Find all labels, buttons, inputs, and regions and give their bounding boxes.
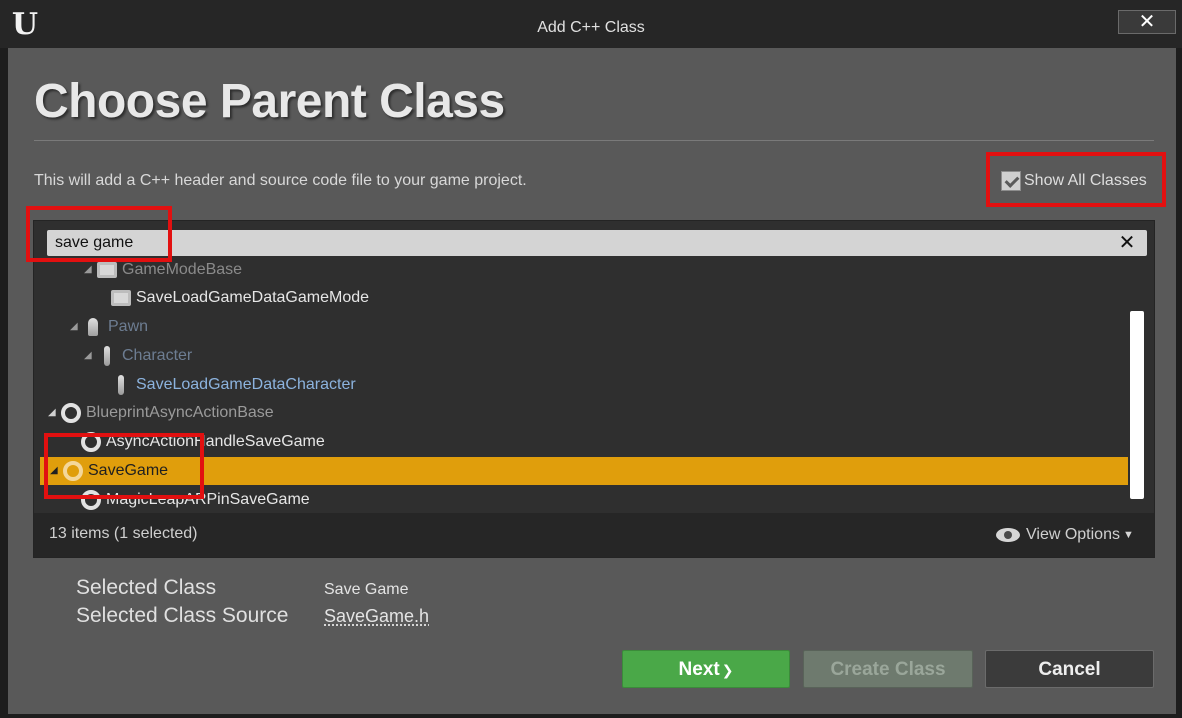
annotation-highlight-show-all: [986, 152, 1166, 207]
dialog-body: Choose Parent Class This will add a C++ …: [8, 48, 1176, 714]
tree-row-label: GameModeBase: [122, 261, 243, 278]
character-icon: [96, 345, 118, 367]
page-description: This will add a C++ header and source co…: [34, 172, 527, 189]
tree-footer: 13 items (1 selected) View Options ▼: [34, 513, 1154, 557]
expand-arrow-icon[interactable]: ◢: [70, 322, 80, 332]
object-ring-icon: [60, 402, 82, 424]
tree-row-label: Pawn: [108, 318, 149, 335]
tree-row-blueprintasyncactionbase[interactable]: ◢ BlueprintAsyncActionBase: [40, 399, 1128, 427]
tree-row-label: Character: [122, 347, 193, 364]
create-class-button[interactable]: Create Class: [803, 650, 973, 688]
expand-arrow-icon[interactable]: ◢: [84, 265, 94, 275]
tree-scrollbar[interactable]: [1130, 311, 1144, 499]
tree-row-character[interactable]: ◢ Character: [40, 342, 1128, 370]
character-icon: [110, 374, 132, 396]
close-window-button[interactable]: ✕: [1118, 10, 1176, 34]
selected-class-value: Save Game: [324, 581, 409, 598]
annotation-highlight-savegame: [44, 433, 204, 499]
tree-row-saveloadgamedatagamemode[interactable]: SaveLoadGameDataGameMode: [40, 284, 1128, 312]
clear-search-icon[interactable]: ✕: [1115, 230, 1139, 256]
view-options-label: View Options: [1026, 526, 1120, 543]
next-button-label: Next: [678, 659, 720, 680]
item-count: 13 items (1 selected): [49, 525, 198, 542]
game-mode-icon: [96, 259, 118, 281]
annotation-highlight-search: [26, 206, 172, 262]
tree-row-gamemodebase[interactable]: ◢ GameModeBase: [40, 259, 1128, 284]
expand-arrow-icon[interactable]: ◢: [48, 408, 58, 418]
cancel-button[interactable]: Cancel: [985, 650, 1154, 688]
tree-row-label: SaveLoadGameDataCharacter: [136, 376, 356, 393]
page-heading: Choose Parent Class: [34, 75, 505, 128]
selected-class-source-label: Selected Class Source: [76, 604, 289, 627]
tree-row-label: SaveLoadGameDataGameMode: [136, 289, 370, 306]
search-input[interactable]: [55, 230, 1105, 256]
selected-class-label: Selected Class: [76, 576, 217, 599]
title-bar: U Add C++ Class ✕: [0, 0, 1182, 48]
pawn-icon: [82, 316, 104, 338]
window-title: Add C++ Class: [537, 19, 645, 36]
tree-row-saveloadgamedatacharacter[interactable]: SaveLoadGameDataCharacter: [40, 371, 1128, 399]
eye-icon: [996, 528, 1020, 542]
chevron-right-icon: ❯: [721, 662, 734, 678]
chevron-down-icon: ▼: [1122, 529, 1134, 541]
expand-arrow-icon[interactable]: ◢: [84, 351, 94, 361]
next-button[interactable]: Next ❯: [622, 650, 790, 688]
view-options-button[interactable]: View Options ▼: [996, 523, 1134, 547]
class-tree-panel: ✕ ◢ GameModeBase SaveLoadGameDataGameMod…: [33, 220, 1155, 558]
tree-row-label: BlueprintAsyncActionBase: [86, 404, 274, 421]
tree-row-pawn[interactable]: ◢ Pawn: [40, 313, 1128, 341]
search-bar: ✕: [47, 230, 1147, 256]
heading-divider: [34, 140, 1154, 141]
game-mode-icon: [110, 287, 132, 309]
selected-class-source-link[interactable]: SaveGame.h: [324, 606, 429, 627]
